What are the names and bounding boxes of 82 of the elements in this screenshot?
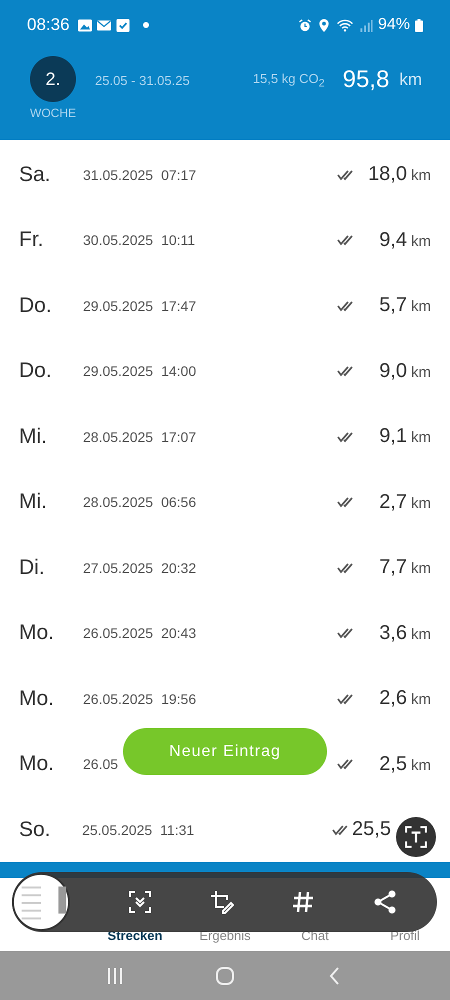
co2-amount: 15,5 kg CO$_{2}$: [252, 70, 325, 90]
entry-date: 25.05.2025: [82, 822, 152, 838]
entry-time: 17:07: [161, 428, 196, 445]
entry-date: 28.05.2025: [83, 428, 154, 445]
entry-time: 06:56: [161, 494, 196, 510]
distance-unit: km: [411, 494, 431, 512]
weekday: Mo.: [19, 686, 56, 711]
battery-icon: [415, 18, 423, 32]
entry-distance: 25,5: [352, 818, 391, 842]
battery-percent: 94%: [378, 16, 410, 34]
image-icon: [78, 18, 92, 32]
entry-date: 30.05.2025: [83, 232, 154, 248]
distance-unit: km: [411, 626, 431, 643]
new-entry-button[interactable]: Neuer Eintrag: [123, 728, 327, 775]
entry-distance: 9,4: [379, 228, 407, 252]
nav-tab[interactable]: Chat: [270, 928, 360, 943]
text-scan-icon: [405, 826, 427, 848]
entry-distance: 2,7: [379, 490, 407, 514]
distance-unit: km: [411, 167, 431, 184]
distance-unit: km: [411, 232, 431, 250]
screenshot-thumbnail[interactable]: [12, 873, 70, 931]
scroll-capture-icon[interactable]: [128, 890, 152, 914]
entry-time: 20:43: [161, 625, 196, 642]
weekday: Sa.: [19, 162, 52, 187]
entry-date: 28.05.2025: [83, 494, 154, 510]
alarm-icon: [298, 18, 312, 32]
entry-date: 29.05.2025: [83, 363, 154, 380]
entry-distance: 3,6: [379, 622, 407, 645]
weekday: Do.: [19, 294, 53, 318]
date-range: 25.05 - 31.05.25: [95, 72, 190, 88]
entry-time: 14:00: [161, 363, 196, 380]
weekday: Fr.: [19, 228, 44, 252]
weekday: Mo.: [19, 621, 56, 646]
entry-distance: 2,5: [379, 752, 407, 776]
weekday: Do.: [19, 359, 53, 384]
share-icon[interactable]: [373, 890, 397, 914]
entry-date: 26.05.2025: [83, 625, 154, 642]
status-time: 08:36: [27, 15, 70, 35]
entry-time: 10:11: [161, 232, 196, 248]
weekday: Mi.: [19, 490, 48, 514]
crop-edit-icon[interactable]: [210, 890, 234, 914]
entry-time: 20:32: [161, 560, 196, 576]
hashtag-icon[interactable]: [291, 890, 316, 914]
distance-unit: km: [411, 756, 431, 774]
entry-date: 26.05.2025: [83, 690, 154, 707]
distance-unit: km: [411, 298, 431, 316]
nav-tab[interactable]: Profil: [360, 928, 450, 943]
entry-distance: 9,0: [379, 360, 407, 383]
entry-distance: 18,0: [368, 163, 407, 186]
wifi-icon: [336, 18, 354, 32]
mail-icon: [96, 18, 111, 32]
total-distance: 95,8: [342, 66, 390, 94]
nav-tab[interactable]: Ergebnis: [180, 928, 270, 943]
weekday: Mi.: [19, 424, 48, 449]
location-icon: [316, 18, 331, 32]
weekday: Mo.: [19, 752, 56, 776]
entry-distance: 2,6: [379, 687, 407, 710]
entry-date: 27.05.2025: [83, 560, 154, 576]
text-extract-button[interactable]: [396, 817, 436, 857]
weekday: Di.: [19, 556, 46, 580]
distance-unit: km: [411, 691, 431, 708]
entry-date: 29.05.2025: [83, 298, 154, 314]
entry-time: 07:17: [161, 166, 196, 183]
entry-distance: 7,7: [379, 556, 407, 580]
distance-unit: km: [411, 560, 431, 578]
week-label: WOCHE: [30, 106, 76, 120]
entry-distance: 5,7: [379, 294, 407, 318]
distance-unit: km: [399, 70, 422, 90]
checkbox-icon: [116, 18, 130, 32]
entry-time: 19:56: [161, 690, 196, 707]
notification-dot-icon: [142, 22, 149, 28]
entry-time: 11:31: [160, 822, 194, 838]
entry-date: 26.05: [83, 756, 118, 772]
weekday: So.: [19, 818, 52, 842]
entry-time: 17:47: [161, 298, 196, 314]
entry-distance: 9,1: [379, 425, 407, 448]
nav-tab[interactable]: Strecken: [90, 928, 180, 943]
week-number: 2.: [30, 56, 76, 102]
distance-unit: km: [411, 429, 431, 446]
entry-date: 31.05.2025: [83, 166, 154, 183]
signal-icon: [358, 18, 373, 32]
distance-unit: km: [411, 364, 431, 381]
